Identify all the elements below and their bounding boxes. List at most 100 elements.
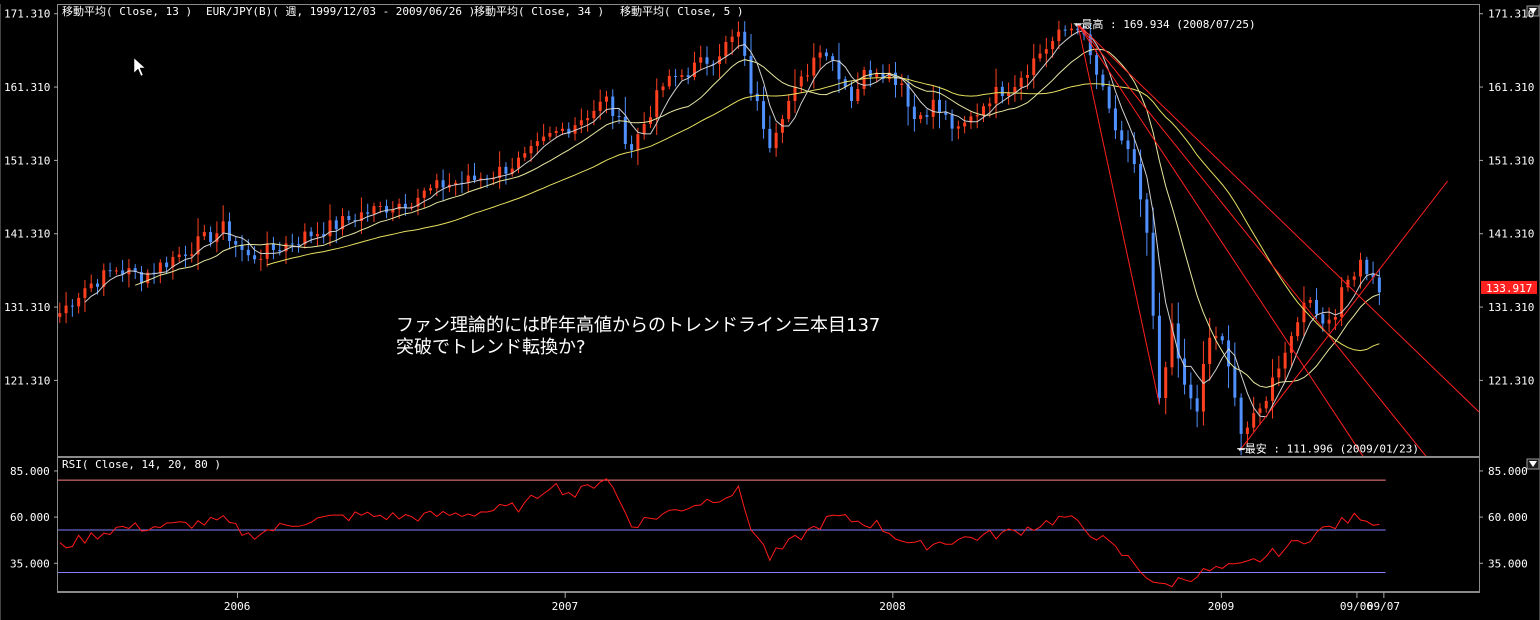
x-tick-label: 2008 (879, 600, 906, 613)
candle-body (642, 124, 646, 135)
candle-body (586, 118, 590, 121)
candle-body (743, 31, 747, 56)
candle-body (1315, 300, 1319, 315)
candle-body (1095, 55, 1099, 75)
candle-body (850, 86, 854, 102)
candle-body (334, 220, 338, 230)
candle-body (1208, 337, 1212, 365)
rsi-tick-label-left: 60.000 (10, 511, 50, 524)
candle-body (1296, 322, 1300, 337)
candle-body (994, 86, 998, 104)
candle-body (347, 216, 351, 220)
candle-body (592, 110, 596, 119)
rsi-tick-label-left: 85.000 (10, 465, 50, 478)
candle-body (868, 69, 872, 77)
candle-body (1145, 199, 1149, 233)
candles (58, 20, 1381, 456)
candle-body (950, 114, 954, 129)
candle-body (535, 141, 539, 146)
candle-body (83, 288, 87, 298)
low-annotation: ←最安 : 111.996 (2009/01/23) (1238, 442, 1419, 456)
price-tick-label-right: 171.310 (1488, 8, 1534, 21)
candle-body (799, 76, 803, 87)
rsi-panel-frame (57, 457, 1480, 592)
candle-body (856, 88, 860, 102)
candle-body (315, 234, 319, 237)
candle-body (58, 313, 62, 317)
high-annotation: ←最高 : 169.934 (2008/07/25) (1075, 17, 1256, 31)
candle-body (1245, 427, 1249, 434)
candle-body (95, 283, 99, 287)
candle-body (1139, 164, 1143, 200)
price-tick-label-left: 151.310 (4, 154, 50, 167)
candle-body (259, 258, 263, 260)
analysis-note-line1: ファン理論的には昨年高値からのトレンドライン三本目137 (396, 315, 880, 336)
candle-body (1063, 29, 1067, 31)
candle-body (366, 212, 370, 214)
candle-body (655, 90, 659, 118)
candle-body (77, 297, 81, 307)
candle-body (466, 175, 470, 183)
legend-ma5: 移動平均( Close, 5 ) (620, 4, 743, 18)
candle-body (774, 132, 778, 149)
trend-line (1240, 180, 1448, 450)
candle-body (956, 126, 960, 129)
candle-body (862, 69, 866, 89)
candle-body (221, 221, 225, 234)
x-tick-label: 2007 (552, 600, 579, 613)
trend-lines (1073, 23, 1479, 456)
price-tick-label-right: 121.310 (1488, 374, 1534, 387)
mouse-cursor-icon (133, 57, 146, 77)
candle-body (1233, 366, 1237, 398)
candle-body (441, 180, 445, 188)
candle-body (724, 41, 728, 57)
chart-canvas: 移動平均( Close, 13 ) EUR/JPY(B)( 週, 1999/12… (0, 4, 1540, 620)
candle-body (328, 220, 332, 237)
chart-window: 移動平均( Close, 13 ) EUR/JPY(B)( 週, 1999/12… (0, 0, 1540, 620)
candle-body (705, 57, 709, 64)
candle-body (975, 115, 979, 117)
rsi-tick-label-right: 35.000 (1488, 557, 1528, 570)
candle-body (1283, 352, 1287, 369)
candle-body (1289, 336, 1293, 353)
candle-body (1308, 300, 1312, 303)
x-tick-label: 09/07 (1367, 600, 1400, 613)
candle-body (699, 57, 703, 63)
candle-body (787, 100, 791, 120)
rsi-legend: RSI( Close, 14, 20, 80 ) (62, 458, 221, 471)
candle-body (1107, 86, 1111, 109)
candle-body (630, 144, 634, 151)
candle-body (1032, 58, 1036, 75)
candle-body (1157, 315, 1161, 398)
candle-body (812, 57, 816, 76)
candle-body (1258, 408, 1262, 414)
candle-body (824, 52, 828, 57)
rsi-bands (58, 479, 1386, 574)
trend-line (1077, 23, 1364, 456)
candle-body (542, 136, 546, 142)
price-tick-label-right: 131.310 (1488, 301, 1534, 314)
candle-body (925, 115, 929, 117)
rsi-panel-collapse-button[interactable] (1526, 458, 1540, 470)
candle-body (385, 206, 389, 213)
candle-body (755, 93, 759, 102)
candle-body (730, 36, 734, 42)
candle-body (900, 83, 904, 86)
candle-body (1164, 367, 1168, 398)
candle-body (617, 116, 621, 118)
ma-34-line (267, 77, 1380, 352)
candle-body (190, 254, 194, 256)
legend-pair: EUR/JPY(B)( 週, 1999/12/03 - 2009/06/26 ) (206, 5, 475, 18)
candle-body (1365, 259, 1369, 275)
candle-body (234, 241, 238, 245)
candle-body (504, 166, 508, 174)
price-tick-label-right: 161.310 (1488, 81, 1534, 94)
candle-body (523, 153, 527, 158)
price-tick-label-right: 141.310 (1488, 228, 1534, 241)
candle-body (1126, 140, 1130, 150)
candle-body (271, 243, 275, 251)
price-tick-label-left: 171.310 (4, 8, 50, 21)
rsi-tick-label-right: 85.000 (1488, 465, 1528, 478)
candle-body (165, 262, 169, 268)
candle-body (1025, 74, 1029, 78)
